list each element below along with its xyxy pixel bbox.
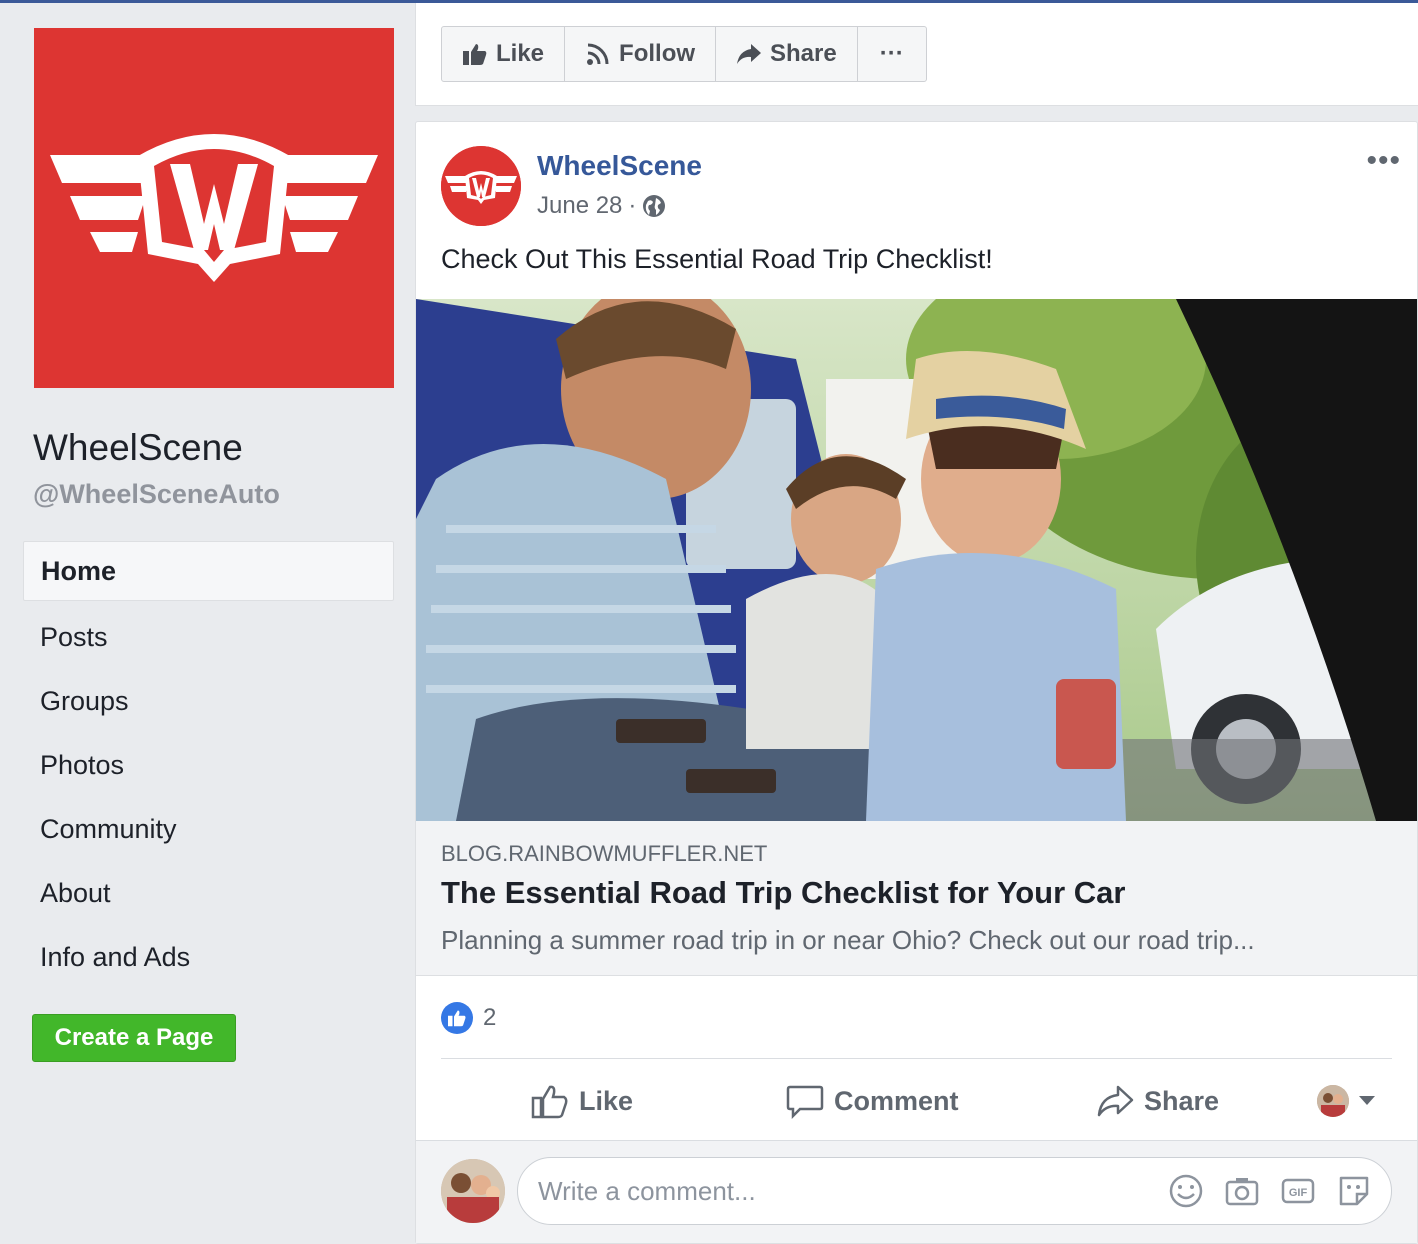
comment-button[interactable]: Comment: [786, 1062, 959, 1140]
page-action-bar: Like Follow Share ···: [415, 3, 1418, 106]
link-description: Planning a summer road trip in or near O…: [441, 925, 1255, 955]
user-avatar-small: [1317, 1085, 1349, 1117]
post-actions: Like Comment Share: [441, 1062, 1392, 1140]
svg-text:GIF: GIF: [1289, 1187, 1308, 1199]
nav-item-community[interactable]: Community: [23, 797, 394, 861]
nav-item-groups[interactable]: Groups: [23, 669, 394, 733]
page-share-label: Share: [770, 40, 837, 67]
page-share-button[interactable]: Share: [716, 27, 858, 81]
share-button[interactable]: Share: [1096, 1062, 1219, 1140]
sticker-icon[interactable]: [1336, 1173, 1372, 1209]
comment-input[interactable]: [538, 1158, 1138, 1224]
divider: [441, 1058, 1392, 1059]
nav-item-about[interactable]: About: [23, 861, 394, 925]
family-road-trip-photo: [416, 299, 1417, 821]
nav-item-home[interactable]: Home: [23, 541, 394, 601]
share-arrow-icon: [737, 44, 762, 64]
comment-input-wrapper: GIF: [517, 1157, 1392, 1225]
comment-label: Comment: [834, 1085, 959, 1116]
comment-composer: GIF: [416, 1141, 1417, 1243]
nav-item-info-and-ads[interactable]: Info and Ads: [23, 925, 394, 989]
page-follow-label: Follow: [619, 40, 696, 67]
link-title[interactable]: The Essential Road Trip Checklist for Yo…: [441, 875, 1125, 911]
caret-down-icon: [1359, 1096, 1375, 1105]
post-meta: June 28 ·: [537, 192, 666, 220]
post-author-avatar[interactable]: [441, 146, 521, 226]
page-handle: @WheelSceneAuto: [33, 479, 280, 509]
post-link-image[interactable]: [416, 299, 1417, 821]
thumbs-up-outline-icon: [531, 1085, 568, 1119]
page-like-button[interactable]: Like: [442, 27, 566, 81]
nav-item-photos[interactable]: Photos: [23, 733, 394, 797]
emoji-icon[interactable]: [1168, 1173, 1204, 1209]
left-sidebar: WheelScene @WheelSceneAuto Home Posts Gr…: [0, 3, 415, 1244]
wheelscene-logo: [50, 134, 378, 282]
page-action-buttons: Like Follow Share ···: [441, 26, 927, 82]
like-reaction-icon: [441, 1002, 473, 1034]
link-preview[interactable]: BLOG.RAINBOWMUFFLER.NET The Essential Ro…: [416, 821, 1417, 976]
post-date[interactable]: June 28: [537, 192, 622, 220]
reaction-count: 2: [483, 1004, 497, 1031]
page-profile-picture[interactable]: [34, 28, 394, 388]
post-author-name[interactable]: WheelScene: [537, 150, 702, 182]
post-date-separator: ·: [628, 192, 637, 219]
create-page-button[interactable]: Create a Page: [32, 1014, 236, 1062]
post-text: Check Out This Essential Road Trip Check…: [441, 244, 993, 274]
page-follow-button[interactable]: Follow: [565, 27, 717, 81]
page-navigation: Home Posts Groups Photos Community About…: [23, 541, 394, 989]
globe-public-icon[interactable]: [642, 194, 666, 218]
post-options-button[interactable]: •••: [1366, 144, 1401, 178]
page-more-button[interactable]: ···: [858, 27, 926, 81]
page-name[interactable]: WheelScene: [33, 427, 243, 469]
comment-bubble-icon: [786, 1085, 824, 1119]
post-card: WheelScene June 28 · ••• Check Out This …: [415, 121, 1418, 1244]
rss-follow-icon: [587, 43, 609, 65]
nav-item-posts[interactable]: Posts: [23, 605, 394, 669]
page-like-label: Like: [496, 40, 545, 67]
like-button[interactable]: Like: [531, 1062, 633, 1140]
reaction-summary[interactable]: 2: [441, 1002, 496, 1034]
share-label: Share: [1144, 1085, 1220, 1116]
share-outline-icon: [1097, 1085, 1134, 1117]
thumbs-up-icon: [463, 44, 487, 65]
post-as-selector[interactable]: [1317, 1062, 1375, 1140]
link-domain: BLOG.RAINBOWMUFFLER.NET: [441, 841, 768, 866]
like-label: Like: [579, 1085, 634, 1116]
camera-icon[interactable]: [1224, 1173, 1260, 1209]
user-avatar[interactable]: [441, 1159, 505, 1223]
wheelscene-logo-small: [441, 146, 521, 226]
gif-icon[interactable]: GIF: [1280, 1173, 1316, 1209]
